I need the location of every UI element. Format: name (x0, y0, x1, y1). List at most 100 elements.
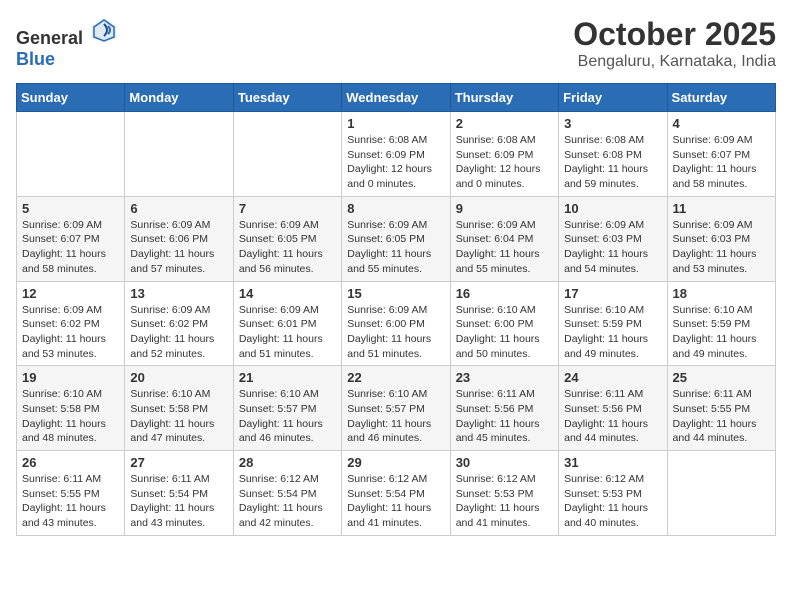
calendar-cell: 7 Sunrise: 6:09 AM Sunset: 6:05 PM Daylig… (233, 196, 341, 281)
day-info: Sunrise: 6:10 AM Sunset: 5:58 PM Dayligh… (22, 387, 119, 446)
weekday-header-wednesday: Wednesday (342, 84, 450, 112)
day-info: Sunrise: 6:09 AM Sunset: 6:00 PM Dayligh… (347, 303, 444, 362)
calendar-cell: 21 Sunrise: 6:10 AM Sunset: 5:57 PM Dayli… (233, 366, 341, 451)
calendar-cell: 8 Sunrise: 6:09 AM Sunset: 6:05 PM Daylig… (342, 196, 450, 281)
calendar-cell: 3 Sunrise: 6:08 AM Sunset: 6:08 PM Daylig… (559, 112, 667, 197)
month-title: October 2025 (573, 16, 776, 53)
day-number: 19 (22, 370, 119, 385)
weekday-header-monday: Monday (125, 84, 233, 112)
day-info: Sunrise: 6:09 AM Sunset: 6:03 PM Dayligh… (564, 218, 661, 277)
calendar-cell: 30 Sunrise: 6:12 AM Sunset: 5:53 PM Dayli… (450, 451, 558, 536)
day-number: 29 (347, 455, 444, 470)
day-info: Sunrise: 6:12 AM Sunset: 5:53 PM Dayligh… (564, 472, 661, 531)
calendar-cell: 1 Sunrise: 6:08 AM Sunset: 6:09 PM Daylig… (342, 112, 450, 197)
day-info: Sunrise: 6:09 AM Sunset: 6:04 PM Dayligh… (456, 218, 553, 277)
calendar-week-1: 1 Sunrise: 6:08 AM Sunset: 6:09 PM Daylig… (17, 112, 776, 197)
calendar-week-4: 19 Sunrise: 6:10 AM Sunset: 5:58 PM Dayli… (17, 366, 776, 451)
day-info: Sunrise: 6:10 AM Sunset: 5:59 PM Dayligh… (673, 303, 770, 362)
calendar-cell: 2 Sunrise: 6:08 AM Sunset: 6:09 PM Daylig… (450, 112, 558, 197)
calendar-cell (125, 112, 233, 197)
calendar-cell: 20Sunrise: 6:10 AM Sunset: 5:58 PM Dayli… (125, 366, 233, 451)
day-number: 1 (347, 116, 444, 131)
day-number: 14 (239, 286, 336, 301)
day-number: 12 (22, 286, 119, 301)
calendar-cell: 22Sunrise: 6:10 AM Sunset: 5:57 PM Dayli… (342, 366, 450, 451)
calendar-cell: 13 Sunrise: 6:09 AM Sunset: 6:02 PM Dayli… (125, 281, 233, 366)
day-info: Sunrise: 6:09 AM Sunset: 6:05 PM Dayligh… (239, 218, 336, 277)
logo: General Blue (16, 16, 118, 70)
calendar-cell: 11 Sunrise: 6:09 AM Sunset: 6:03 PM Dayli… (667, 196, 775, 281)
calendar-cell: 17 Sunrise: 6:10 AM Sunset: 5:59 PM Dayli… (559, 281, 667, 366)
day-number: 7 (239, 201, 336, 216)
calendar-week-3: 12 Sunrise: 6:09 AM Sunset: 6:02 PM Dayli… (17, 281, 776, 366)
day-number: 31 (564, 455, 661, 470)
day-number: 24 (564, 370, 661, 385)
calendar-cell: 6Sunrise: 6:09 AM Sunset: 6:06 PM Daylig… (125, 196, 233, 281)
calendar-cell: 10 Sunrise: 6:09 AM Sunset: 6:03 PM Dayli… (559, 196, 667, 281)
day-info: Sunrise: 6:09 AM Sunset: 6:02 PM Dayligh… (130, 303, 227, 362)
day-info: Sunrise: 6:12 AM Sunset: 5:53 PM Dayligh… (456, 472, 553, 531)
day-number: 9 (456, 201, 553, 216)
weekday-header-thursday: Thursday (450, 84, 558, 112)
day-info: Sunrise: 6:09 AM Sunset: 6:03 PM Dayligh… (673, 218, 770, 277)
day-number: 21 (239, 370, 336, 385)
day-info: Sunrise: 6:12 AM Sunset: 5:54 PM Dayligh… (347, 472, 444, 531)
calendar-cell: 19 Sunrise: 6:10 AM Sunset: 5:58 PM Dayli… (17, 366, 125, 451)
day-number: 23 (456, 370, 553, 385)
day-number: 2 (456, 116, 553, 131)
day-number: 15 (347, 286, 444, 301)
calendar-cell: 14 Sunrise: 6:09 AM Sunset: 6:01 PM Dayli… (233, 281, 341, 366)
day-info: Sunrise: 6:09 AM Sunset: 6:01 PM Dayligh… (239, 303, 336, 362)
day-info: Sunrise: 6:08 AM Sunset: 6:08 PM Dayligh… (564, 133, 661, 192)
logo-icon (90, 16, 118, 44)
day-number: 4 (673, 116, 770, 131)
calendar-cell: 4 Sunrise: 6:09 AM Sunset: 6:07 PM Daylig… (667, 112, 775, 197)
calendar-cell: 28Sunrise: 6:12 AM Sunset: 5:54 PM Dayli… (233, 451, 341, 536)
day-number: 30 (456, 455, 553, 470)
day-info: Sunrise: 6:09 AM Sunset: 6:02 PM Dayligh… (22, 303, 119, 362)
day-number: 26 (22, 455, 119, 470)
day-info: Sunrise: 6:11 AM Sunset: 5:55 PM Dayligh… (673, 387, 770, 446)
calendar-cell (233, 112, 341, 197)
day-info: Sunrise: 6:10 AM Sunset: 6:00 PM Dayligh… (456, 303, 553, 362)
calendar-cell: 24 Sunrise: 6:11 AM Sunset: 5:56 PM Dayli… (559, 366, 667, 451)
logo-text: General Blue (16, 16, 118, 70)
logo-blue: Blue (16, 49, 55, 69)
day-number: 5 (22, 201, 119, 216)
day-number: 6 (130, 201, 227, 216)
calendar-table: SundayMondayTuesdayWednesdayThursdayFrid… (16, 83, 776, 536)
day-info: Sunrise: 6:08 AM Sunset: 6:09 PM Dayligh… (347, 133, 444, 192)
day-number: 25 (673, 370, 770, 385)
day-info: Sunrise: 6:09 AM Sunset: 6:07 PM Dayligh… (22, 218, 119, 277)
day-info: Sunrise: 6:08 AM Sunset: 6:09 PM Dayligh… (456, 133, 553, 192)
day-info: Sunrise: 6:11 AM Sunset: 5:56 PM Dayligh… (564, 387, 661, 446)
calendar-cell: 23Sunrise: 6:11 AM Sunset: 5:56 PM Dayli… (450, 366, 558, 451)
title-block: October 2025 Bengaluru, Karnataka, India (573, 16, 776, 71)
day-number: 8 (347, 201, 444, 216)
day-number: 3 (564, 116, 661, 131)
calendar-cell: 25 Sunrise: 6:11 AM Sunset: 5:55 PM Dayli… (667, 366, 775, 451)
calendar-cell: 31 Sunrise: 6:12 AM Sunset: 5:53 PM Dayli… (559, 451, 667, 536)
weekday-header-friday: Friday (559, 84, 667, 112)
day-number: 17 (564, 286, 661, 301)
day-number: 11 (673, 201, 770, 216)
day-number: 16 (456, 286, 553, 301)
calendar-cell: 26 Sunrise: 6:11 AM Sunset: 5:55 PM Dayli… (17, 451, 125, 536)
day-info: Sunrise: 6:10 AM Sunset: 5:57 PM Dayligh… (239, 387, 336, 446)
calendar-cell: 27Sunrise: 6:11 AM Sunset: 5:54 PM Dayli… (125, 451, 233, 536)
day-info: Sunrise: 6:09 AM Sunset: 6:05 PM Dayligh… (347, 218, 444, 277)
calendar-cell: 15 Sunrise: 6:09 AM Sunset: 6:00 PM Dayli… (342, 281, 450, 366)
day-info: Sunrise: 6:10 AM Sunset: 5:59 PM Dayligh… (564, 303, 661, 362)
day-number: 22 (347, 370, 444, 385)
day-info: Sunrise: 6:09 AM Sunset: 6:07 PM Dayligh… (673, 133, 770, 192)
day-number: 20 (130, 370, 227, 385)
day-number: 10 (564, 201, 661, 216)
calendar-cell (17, 112, 125, 197)
calendar-cell: 29 Sunrise: 6:12 AM Sunset: 5:54 PM Dayli… (342, 451, 450, 536)
weekday-header-saturday: Saturday (667, 84, 775, 112)
weekday-header-row: SundayMondayTuesdayWednesdayThursdayFrid… (17, 84, 776, 112)
calendar-cell: 9 Sunrise: 6:09 AM Sunset: 6:04 PM Daylig… (450, 196, 558, 281)
weekday-header-tuesday: Tuesday (233, 84, 341, 112)
day-number: 13 (130, 286, 227, 301)
day-info: Sunrise: 6:11 AM Sunset: 5:55 PM Dayligh… (22, 472, 119, 531)
